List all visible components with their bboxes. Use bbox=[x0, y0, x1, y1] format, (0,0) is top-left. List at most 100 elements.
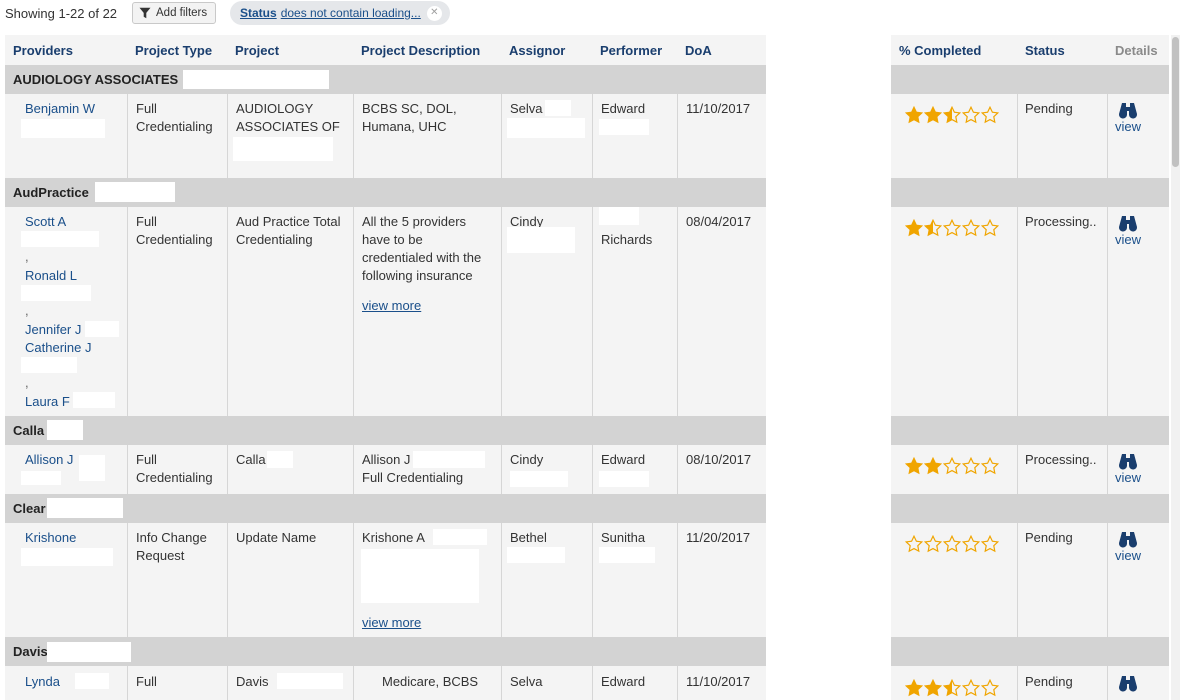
view-button[interactable]: view bbox=[1108, 102, 1148, 134]
redacted-text bbox=[507, 227, 575, 253]
filter-chip-status[interactable]: Status does not contain loading... ✕ bbox=[230, 1, 450, 25]
redacted-text bbox=[21, 548, 113, 566]
group-header: Clear bbox=[5, 494, 766, 523]
redacted-text bbox=[599, 471, 649, 487]
group-header bbox=[891, 178, 1169, 207]
doa-date: 11/10/2017 bbox=[686, 101, 751, 116]
provider-link[interactable]: Catherine J bbox=[25, 339, 91, 357]
star-icon bbox=[924, 106, 942, 124]
assignor: Selva bbox=[510, 101, 543, 116]
redacted-text bbox=[95, 182, 175, 202]
group-header: AUDIOLOGY ASSOCIATES bbox=[5, 65, 766, 94]
group-header: Calla bbox=[5, 416, 766, 445]
binoculars-icon bbox=[1118, 532, 1138, 548]
provider-link[interactable]: Scott A bbox=[25, 213, 66, 231]
view-more-link[interactable]: view more bbox=[362, 297, 421, 315]
project-type: Info Change Request bbox=[136, 530, 207, 563]
group-name: AUDIOLOGY ASSOCIATES bbox=[13, 72, 179, 87]
scrollbar-thumb[interactable] bbox=[1172, 37, 1179, 167]
assignor: Cindy bbox=[510, 452, 544, 467]
project-name: AUDIOLOGY ASSOCIATES OF bbox=[236, 101, 340, 134]
column-header-providers[interactable]: Providers bbox=[5, 35, 127, 65]
column-header-status[interactable]: Status bbox=[1017, 35, 1107, 65]
star-rating bbox=[905, 106, 999, 124]
group-name: Davis bbox=[13, 644, 48, 659]
status-text: Processing.. bbox=[1025, 214, 1097, 229]
doa-date: 08/10/2017 bbox=[686, 452, 752, 467]
view-button[interactable]: view bbox=[1108, 215, 1148, 247]
performer: Sunitha bbox=[601, 530, 646, 545]
provider-link[interactable]: Krishone bbox=[25, 529, 76, 547]
project-name: Update Name bbox=[236, 530, 317, 545]
project-description-line1: Allison J bbox=[362, 452, 411, 467]
group-name: Clear bbox=[13, 501, 46, 516]
funnel-icon bbox=[139, 7, 151, 19]
column-header-details: Details bbox=[1115, 43, 1158, 58]
group-header bbox=[891, 494, 1169, 523]
column-header-completed[interactable]: % Completed bbox=[891, 35, 1017, 65]
toolbar: Showing 1-22 of 22 Add filters Status do… bbox=[0, 0, 1183, 34]
column-header-performer[interactable]: Performer bbox=[592, 35, 677, 65]
project-type: Full Credentialing bbox=[136, 214, 213, 247]
group-header bbox=[891, 637, 1169, 666]
binoculars-icon bbox=[1118, 676, 1138, 692]
provider-link[interactable]: Jennifer J bbox=[25, 321, 81, 339]
provider-link[interactable]: Laura F bbox=[25, 393, 70, 411]
column-header-project-description[interactable]: Project Description bbox=[353, 35, 501, 65]
redacted-text bbox=[267, 451, 293, 468]
filter-chip-value: does not contain loading... bbox=[280, 6, 421, 20]
redacted-text bbox=[47, 642, 131, 662]
column-header-project[interactable]: Project bbox=[227, 35, 353, 65]
redacted-text bbox=[599, 119, 649, 135]
view-button[interactable]: view bbox=[1108, 453, 1148, 485]
column-header-doa[interactable]: DoA bbox=[677, 35, 766, 65]
provider-link[interactable]: Lynda bbox=[25, 673, 60, 691]
star-icon bbox=[962, 219, 980, 237]
column-header-project-type[interactable]: Project Type bbox=[127, 35, 227, 65]
performer: Edward bbox=[601, 101, 646, 116]
redacted-text bbox=[183, 70, 329, 89]
star-icon bbox=[962, 106, 980, 124]
status-text: Pending bbox=[1025, 530, 1073, 545]
doa-date: 11/10/2017 bbox=[686, 674, 751, 689]
doa-date: 11/20/2017 bbox=[686, 530, 751, 545]
star-icon bbox=[943, 219, 961, 237]
star-icon bbox=[981, 106, 999, 124]
view-button[interactable]: view bbox=[1108, 531, 1148, 563]
redacted-text bbox=[75, 673, 109, 689]
project-type: Full bbox=[136, 674, 157, 689]
star-rating bbox=[905, 535, 999, 553]
view-label: view bbox=[1114, 470, 1141, 485]
filter-chip-key: Status bbox=[240, 6, 277, 20]
group-header bbox=[891, 65, 1169, 94]
redacted-text bbox=[277, 673, 343, 689]
redacted-text bbox=[21, 119, 105, 138]
redacted-text bbox=[433, 529, 487, 545]
view-button[interactable] bbox=[1108, 675, 1148, 692]
status-text: Processing.. bbox=[1025, 452, 1097, 467]
binoculars-icon bbox=[1118, 454, 1138, 470]
add-filters-button[interactable]: Add filters bbox=[132, 2, 217, 24]
redacted-text bbox=[85, 321, 119, 337]
star-icon bbox=[981, 679, 999, 697]
redacted-text bbox=[599, 547, 655, 563]
binoculars-icon bbox=[1118, 216, 1138, 232]
separator: , bbox=[25, 249, 29, 264]
star-icon bbox=[924, 457, 942, 475]
column-header-assignor[interactable]: Assignor bbox=[501, 35, 592, 65]
star-icon bbox=[943, 106, 961, 124]
vertical-scrollbar[interactable] bbox=[1171, 35, 1180, 700]
redacted-text bbox=[73, 392, 115, 408]
star-icon bbox=[905, 219, 923, 237]
redacted-text bbox=[545, 100, 571, 116]
performer: Edward bbox=[601, 674, 646, 689]
provider-link[interactable]: Ronald L bbox=[25, 267, 77, 285]
project-type: Full Credentialing bbox=[136, 452, 213, 485]
provider-link[interactable]: Benjamin W bbox=[25, 100, 95, 118]
progress-table: % Completed Status Details Pending view … bbox=[891, 35, 1169, 700]
provider-link[interactable]: Allison J bbox=[25, 451, 73, 469]
group-header: AudPractice bbox=[5, 178, 766, 207]
project-description: All the 5 providers have to be credentia… bbox=[362, 214, 482, 283]
view-more-link[interactable]: view more bbox=[362, 614, 421, 632]
close-icon[interactable]: ✕ bbox=[426, 5, 442, 21]
